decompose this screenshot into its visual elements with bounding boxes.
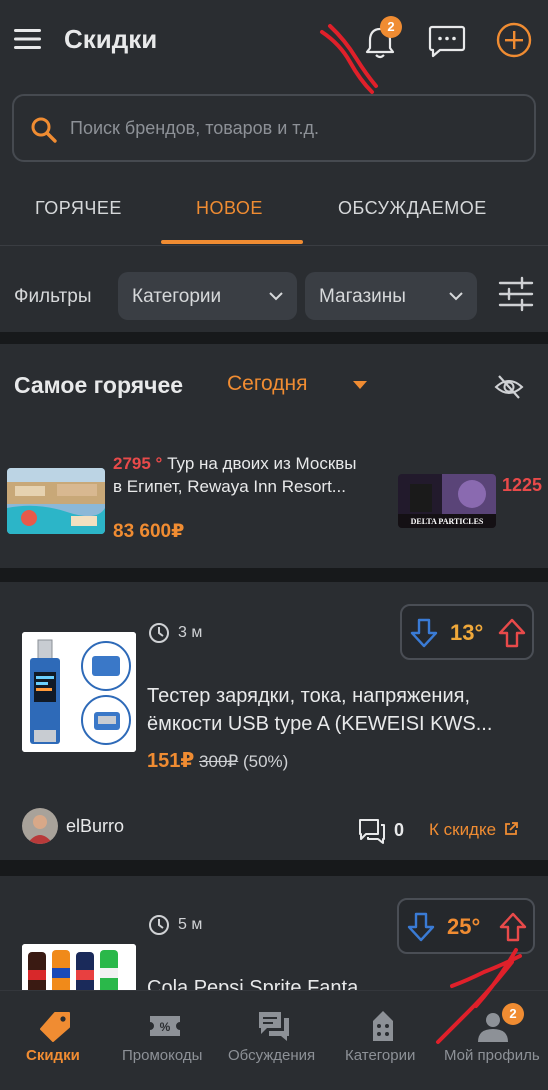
profile-badge: 2 (502, 1003, 524, 1025)
add-deal-plus-icon[interactable] (496, 22, 532, 58)
notifications-badge: 2 (380, 16, 402, 38)
top-bar: Скидки 2 (0, 0, 548, 80)
filters-label: Фильтры (14, 286, 92, 307)
tab-hot[interactable]: ГОРЯЧЕЕ (35, 198, 122, 219)
hot-period-selector[interactable]: Сегодня (227, 372, 307, 396)
shops-dropdown[interactable]: Магазины (305, 272, 477, 320)
vote-down-icon[interactable] (407, 912, 435, 942)
nav-categories-label: Категории (345, 1047, 416, 1064)
tag-icon (40, 1012, 70, 1042)
deal-card[interactable]: 5 м 25° Cola Pepsi Sprite Fanta (0, 876, 548, 999)
vote-widget: 13° (400, 604, 534, 660)
chevron-down-icon (269, 292, 283, 301)
nav-discussions[interactable]: Обсуждения (220, 991, 328, 1090)
filters-bar: Фильтры Категории Магазины (0, 246, 548, 332)
page-title: Скидки (64, 24, 158, 54)
clock-icon (149, 623, 169, 643)
external-link-icon (504, 822, 518, 835)
discussions-icon (259, 1012, 289, 1041)
nav-promocodes[interactable]: % Промокоды (110, 991, 220, 1090)
deal-temperature: 25° (447, 914, 481, 939)
resort-thumbnail[interactable] (7, 468, 105, 534)
categories-icon (373, 1011, 393, 1041)
game-thumbnail-caption: DELTA PARTICLES (411, 517, 484, 526)
deal-author[interactable]: elBurro (66, 816, 124, 837)
notifications-button[interactable]: 2 (360, 16, 402, 62)
nav-categories[interactable]: Категории (328, 991, 438, 1090)
comments-icon[interactable] (358, 818, 386, 844)
svg-text:%: % (160, 1020, 171, 1034)
tab-new[interactable]: НОВОЕ (196, 198, 263, 219)
hot-item-price: 83 600₽ (113, 521, 185, 542)
hot-item-temperature: 2795 ° (113, 454, 163, 473)
go-to-deal-label: К скидке (429, 820, 497, 839)
deal-image[interactable] (22, 944, 136, 996)
nav-profile[interactable]: 2 Мой профиль (438, 991, 548, 1090)
nav-discussions-label: Обсуждения (228, 1047, 316, 1064)
deal-title-line-1: Тестер зарядки, тока, напряжения, (147, 685, 470, 707)
hot-item-temperature: 1225 (502, 475, 543, 495)
hot-item[interactable]: 2795 ° Тур на двоих из Москвы в Египет, … (113, 452, 363, 498)
deal-title-line-2: ёмкости USB type A (KEWEISI KWS... (147, 713, 493, 735)
deal-old-price: 300₽ (199, 752, 239, 771)
nav-profile-label: Мой профиль (444, 1047, 540, 1064)
nav-promocodes-label: Промокоды (122, 1047, 203, 1064)
hot-section: Самое горячее Сегодня 2795 ° Тур на двои… (0, 344, 548, 568)
comments-count: 0 (394, 820, 405, 840)
menu-icon[interactable] (14, 26, 42, 52)
vote-widget: 25° (397, 898, 535, 954)
deal-temperature: 13° (450, 620, 484, 645)
tab-bar: ГОРЯЧЕЕ НОВОЕ ОБСУЖДАЕМОЕ (0, 168, 548, 246)
vote-up-icon[interactable] (499, 912, 527, 942)
coupon-icon: % (150, 1016, 180, 1036)
clock-icon (149, 915, 169, 935)
app: Скидки 2 Поиск брендов, товаров и т.д. Г… (0, 0, 548, 1090)
search-icon (31, 117, 57, 143)
deal-price-row: 151₽ 300₽ (50%) (147, 748, 288, 773)
deal-card[interactable]: 3 м 13° Тестер зарядки, тока, напряжения… (0, 582, 548, 860)
nav-deals-label: Скидки (26, 1047, 80, 1064)
search-box[interactable] (12, 94, 536, 162)
chevron-down-icon (449, 292, 463, 301)
categories-dropdown-label: Категории (132, 286, 222, 307)
hot-section-title: Самое горячее (14, 372, 184, 398)
eye-off-icon[interactable] (494, 372, 524, 402)
categories-dropdown[interactable]: Категории (118, 272, 297, 320)
caret-down-icon[interactable] (353, 381, 367, 389)
deal-price: 151₽ (147, 750, 195, 772)
deal-time: 3 м (178, 624, 203, 641)
game-thumbnail[interactable]: DELTA PARTICLES (398, 474, 496, 528)
search-area (0, 80, 548, 168)
vote-up-icon[interactable] (498, 618, 526, 648)
deal-time: 5 м (178, 916, 203, 933)
chat-icon[interactable] (428, 24, 466, 58)
search-input[interactable] (70, 112, 510, 144)
deal-title[interactable]: Тестер зарядки, тока, напряжения, ёмкост… (147, 682, 532, 738)
active-tab-indicator (161, 240, 303, 244)
tab-discussed[interactable]: ОБСУЖДАЕМОЕ (338, 198, 487, 219)
filter-sliders-icon[interactable] (498, 276, 534, 312)
bottom-navigation: Скидки % Промокоды Обсуждения Категории … (0, 990, 548, 1090)
shops-dropdown-label: Магазины (319, 286, 406, 307)
nav-deals[interactable]: Скидки (0, 991, 110, 1090)
deal-image[interactable] (22, 632, 136, 752)
deal-discount: (50%) (242, 752, 289, 771)
go-to-deal-link[interactable]: К скидке (429, 820, 518, 840)
vote-down-icon[interactable] (410, 618, 438, 648)
avatar[interactable] (22, 808, 58, 844)
